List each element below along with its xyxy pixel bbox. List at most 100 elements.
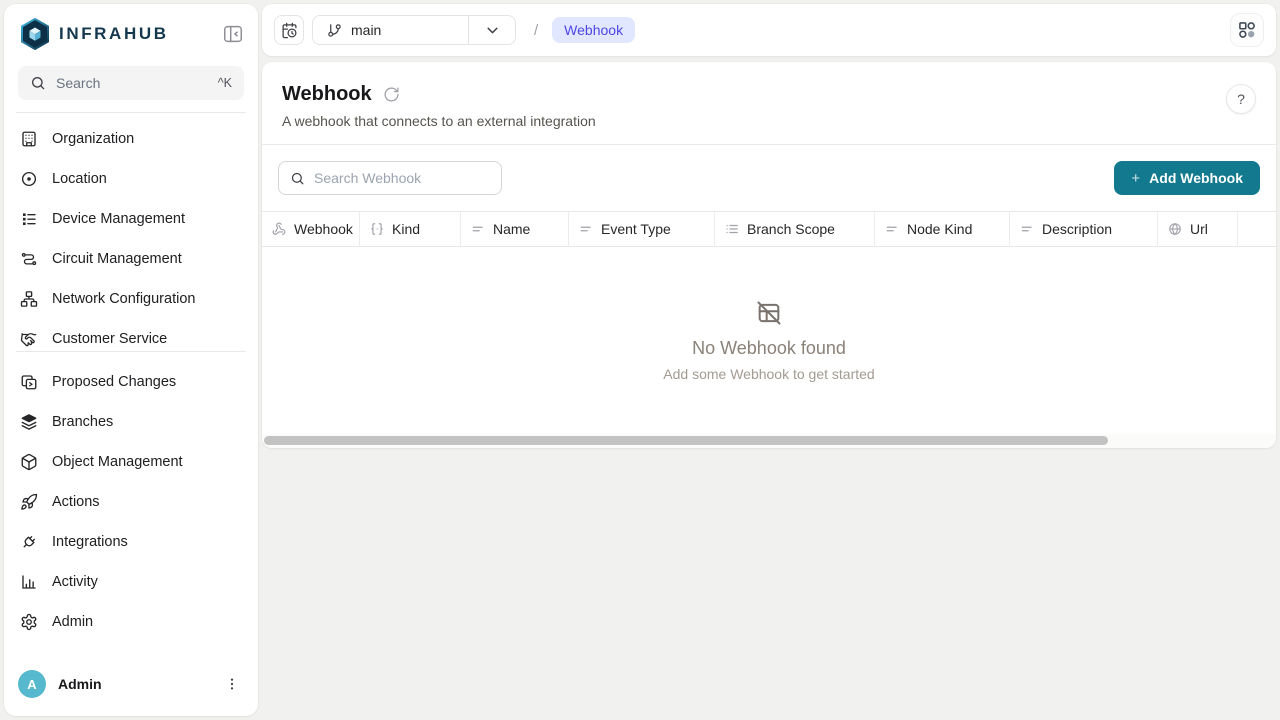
webhook-icon: [272, 222, 286, 236]
topbar: main / Webhook: [262, 4, 1276, 56]
sidebar-item-object-management[interactable]: Object Management: [4, 442, 258, 482]
sidebar-item-label: Actions: [52, 494, 100, 510]
sidebar-item-circuit-management[interactable]: Circuit Management: [4, 239, 258, 279]
app-wordmark: INFRAHUB: [59, 24, 211, 44]
server-rack-icon: [20, 210, 38, 228]
text-icon: [1020, 222, 1034, 236]
user-menu[interactable]: A Admin: [4, 660, 258, 716]
sidebar-search[interactable]: Search ^K: [18, 66, 244, 100]
map-pin-icon: [20, 170, 38, 188]
column-label: Event Type: [601, 221, 671, 237]
sidebar-item-label: Network Configuration: [52, 291, 195, 307]
column-header-description[interactable]: Description: [1010, 212, 1158, 246]
sidebar-item-label: Device Management: [52, 211, 185, 227]
column-label: Node Kind: [907, 221, 972, 237]
empty-state-title: No Webhook found: [692, 338, 846, 359]
sidebar-nav-main-group: Proposed Changes Branches Object Managem…: [4, 352, 258, 660]
network-icon: [20, 290, 38, 308]
breadcrumb-separator: /: [534, 22, 538, 39]
apps-button[interactable]: [1230, 13, 1264, 47]
bar-chart-icon: [20, 573, 38, 591]
webhook-page-card: Webhook A webhook that connects to an ex…: [262, 62, 1276, 448]
user-name: Admin: [58, 676, 208, 692]
column-header-webhook[interactable]: Webhook: [262, 212, 360, 246]
plus-icon: +: [1131, 170, 1140, 187]
column-label: Branch Scope: [747, 221, 835, 237]
infrahub-logo-icon: [20, 18, 50, 50]
sidebar-item-label: Location: [52, 171, 107, 187]
sidebar-item-label: Branches: [52, 414, 113, 430]
sidebar-search-shortcut: ^K: [218, 76, 232, 90]
sidebar-item-label: Circuit Management: [52, 251, 182, 267]
webhook-search-input[interactable]: [314, 170, 490, 186]
add-webhook-button[interactable]: + Add Webhook: [1114, 161, 1260, 195]
webhook-search-box[interactable]: [278, 161, 502, 195]
sidebar: INFRAHUB Search ^K Organization: [4, 4, 258, 716]
sidebar-item-label: Activity: [52, 574, 98, 590]
horizontal-scrollbar-thumb[interactable]: [264, 436, 1108, 445]
sidebar-item-integrations[interactable]: Integrations: [4, 522, 258, 562]
calendar-clock-icon: [281, 22, 298, 39]
help-button[interactable]: ?: [1226, 84, 1256, 114]
branch-selector-current[interactable]: main: [313, 16, 468, 44]
sidebar-item-actions[interactable]: Actions: [4, 482, 258, 522]
sidebar-item-branches[interactable]: Branches: [4, 402, 258, 442]
sidebar-item-label: Object Management: [52, 454, 183, 470]
sidebar-item-network-configuration[interactable]: Network Configuration: [4, 279, 258, 319]
sidebar-item-label: Admin: [52, 614, 93, 630]
list-icon: [725, 222, 739, 236]
table-header-row: Webhook Kind Name: [262, 211, 1276, 247]
sidebar-item-location[interactable]: Location: [4, 159, 258, 199]
collapse-sidebar-icon[interactable]: [220, 21, 246, 47]
table-toolbar: + Add Webhook: [262, 145, 1276, 211]
chevron-down-icon: [484, 22, 501, 39]
add-webhook-label: Add Webhook: [1149, 170, 1243, 186]
branch-selector[interactable]: main: [312, 15, 516, 45]
column-label: Webhook: [294, 221, 353, 237]
horizontal-scrollbar: [262, 434, 1276, 448]
breadcrumb-webhook[interactable]: Webhook: [552, 17, 635, 43]
branch-selector-dropdown[interactable]: [469, 16, 515, 44]
column-label: Name: [493, 221, 530, 237]
sidebar-item-proposed-changes[interactable]: Proposed Changes: [4, 362, 258, 402]
sidebar-item-label: Integrations: [52, 534, 128, 550]
components-icon: [1237, 20, 1257, 40]
column-label: Description: [1042, 221, 1112, 237]
search-icon: [290, 171, 305, 186]
refresh-icon[interactable]: [383, 86, 400, 103]
column-header-url[interactable]: Url: [1158, 212, 1238, 246]
page-description: A webhook that connects to an external i…: [282, 113, 1256, 129]
sidebar-item-device-management[interactable]: Device Management: [4, 199, 258, 239]
column-header-branch-scope[interactable]: Branch Scope: [715, 212, 875, 246]
text-icon: [471, 222, 485, 236]
search-icon: [30, 75, 46, 91]
sidebar-item-label: Proposed Changes: [52, 374, 176, 390]
sidebar-item-label: Customer Service: [52, 331, 167, 347]
sidebar-nav-schema-group: Organization Location Device Management: [4, 113, 258, 351]
sidebar-item-admin[interactable]: Admin: [4, 602, 258, 642]
branch-name: main: [351, 22, 381, 38]
sidebar-item-organization[interactable]: Organization: [4, 119, 258, 159]
cube-icon: [20, 453, 38, 471]
building-icon: [20, 130, 38, 148]
plug-icon: [20, 533, 38, 551]
text-icon: [579, 222, 593, 236]
time-travel-button[interactable]: [274, 15, 304, 45]
column-header-filler: [1238, 212, 1276, 246]
gear-icon: [20, 613, 38, 631]
layers-icon: [20, 413, 38, 431]
globe-icon: [1168, 222, 1182, 236]
sidebar-search-placeholder: Search: [56, 75, 208, 91]
column-header-event-type[interactable]: Event Type: [569, 212, 715, 246]
sidebar-item-customer-service[interactable]: Customer Service: [4, 319, 258, 351]
kebab-menu-icon[interactable]: [220, 672, 244, 696]
column-header-kind[interactable]: Kind: [360, 212, 461, 246]
avatar: A: [18, 670, 46, 698]
column-label: Url: [1190, 221, 1208, 237]
column-header-node-kind[interactable]: Node Kind: [875, 212, 1010, 246]
column-header-name[interactable]: Name: [461, 212, 569, 246]
sidebar-item-label: Organization: [52, 131, 134, 147]
text-icon: [885, 222, 899, 236]
page-header: Webhook A webhook that connects to an ex…: [262, 62, 1276, 145]
sidebar-item-activity[interactable]: Activity: [4, 562, 258, 602]
